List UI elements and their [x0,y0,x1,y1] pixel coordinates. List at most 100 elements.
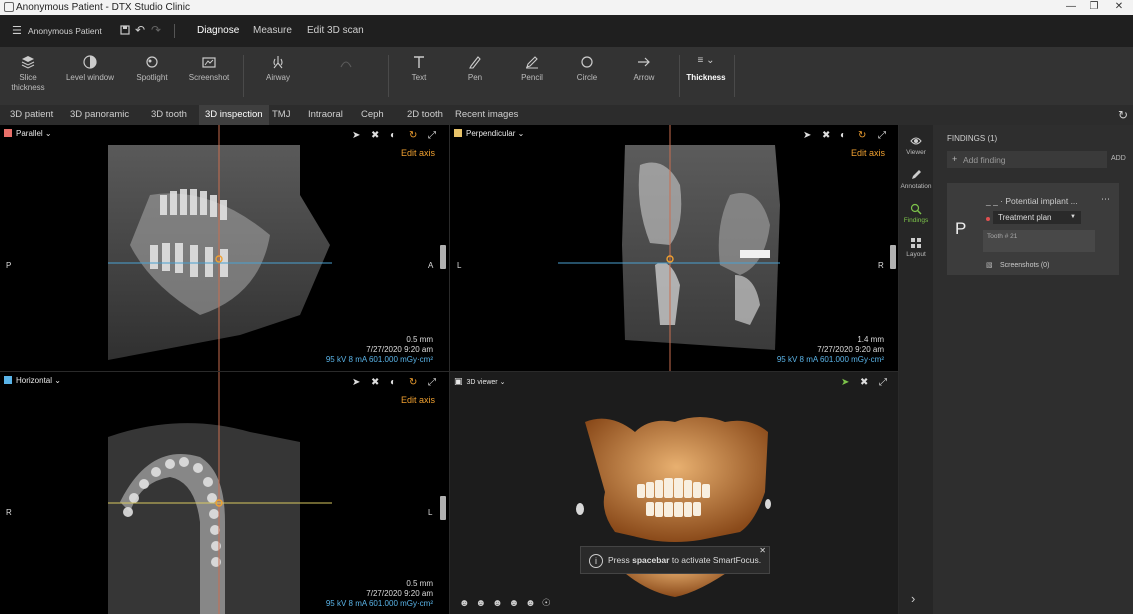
slice-slider[interactable] [440,245,446,269]
viewer-label: Viewer [906,149,926,156]
parallel-view-label: Parallel [16,129,43,138]
hamburger-icon[interactable]: ☰ [12,24,22,37]
thickness-tool[interactable]: ≡ ⌄ Thickness [684,47,728,105]
minimize-icon[interactable]: — [1064,1,1078,12]
treatment-plan-select[interactable]: Treatment plan ▼ [993,211,1081,224]
screenshots-count[interactable]: Screenshots (0) [1000,262,1049,269]
spotlight-icon [146,56,158,68]
cube-icon: ▣ [454,376,463,386]
app-icon [4,2,14,12]
rotate-icon[interactable]: ↻ [858,130,866,141]
expand-icon[interactable]: ⤢ [428,130,436,141]
tab-2d-tooth[interactable]: 2D tooth [401,105,449,125]
skull-front-icon[interactable]: ☻ [459,598,476,609]
skull-top-icon[interactable]: ☻ [525,598,542,609]
tab-ceph[interactable]: Ceph [355,105,390,125]
circle-tool[interactable]: Circle [568,47,606,105]
perpendicular-view-header[interactable]: Perpendicular ⌄ [454,129,524,138]
pointer-icon[interactable]: ➤ [352,130,360,141]
view-presets[interactable]: ☻☻☻☻☻☉ [459,598,557,609]
contrast-icon[interactable]: ◐ [390,377,396,388]
arrow-tool[interactable]: Arrow [625,47,663,105]
crosshair-icon[interactable]: ✖ [822,130,830,141]
rotate-icon[interactable]: ↻ [409,377,417,388]
add-button[interactable]: ADD [1111,155,1126,162]
3d-viewer-view[interactable]: ▣ 3D viewer ⌄ ➤ ✖ ⤢ i Press spacebar to ac… [450,372,898,614]
contrast-icon[interactable]: ◐ [840,130,846,141]
crosshair-icon[interactable]: ✖ [860,377,868,388]
reset-icon[interactable]: ↻ [1112,105,1133,125]
scan-params: 95 kV 8 mA 601.000 mGy·cm² [325,355,433,364]
parallel-view-header[interactable]: Parallel ⌄ [4,129,52,138]
pointer-icon[interactable]: ➤ [841,377,849,388]
skull-right-icon[interactable]: ☻ [509,598,526,609]
tab-3d-patient[interactable]: 3D patient [4,105,59,125]
horizontal-view[interactable]: Horizontal ⌄ ➤ ✖ ◐ ↻ ⤢ Edit axis R L 0.5… [0,372,449,614]
contrast-icon[interactable]: ◐ [390,130,396,141]
tab-3d-tooth[interactable]: 3D tooth [145,105,193,125]
patient-name[interactable]: Anonymous Patient [28,26,102,36]
airway-icon [273,56,283,69]
close-icon[interactable]: ✕ [1112,1,1126,12]
tab-edit-3d-scan[interactable]: Edit 3D scan [307,25,364,36]
edit-axis-link[interactable]: Edit axis [401,148,435,158]
expand-icon[interactable]: ⤢ [878,130,886,141]
scan-info: 1.4 mm 7/27/2020 9:20 am 95 kV 8 mA 601.… [777,335,884,365]
pointer-icon[interactable]: ➤ [803,130,811,141]
edit-axis-link[interactable]: Edit axis [851,148,885,158]
side-nav-layout[interactable]: Layout [899,237,933,258]
lock-icon[interactable]: ☉ [542,598,557,609]
slice-thickness-tool[interactable]: Slice thickness [6,47,50,105]
level-window-tool[interactable]: Level window [62,47,118,105]
side-nav-findings[interactable]: Findings [899,203,933,224]
tab-measure[interactable]: Measure [253,25,292,36]
slice-slider[interactable] [890,245,896,269]
side-nav-viewer[interactable]: Viewer [899,135,933,156]
skull-left-icon[interactable]: ☻ [492,598,509,609]
slice-slider[interactable] [440,496,446,520]
undo-icon[interactable]: ↶ [135,23,145,37]
chevron-right-icon[interactable]: › [911,591,915,606]
parallel-view[interactable]: Parallel ⌄ ➤ ✖ ◐ ↻ ⤢ Edit axis P A 0.5 m… [0,125,449,371]
pencil-icon [912,170,921,179]
3d-viewer-header[interactable]: ▣ 3D viewer ⌄ [454,376,505,387]
expand-icon[interactable]: ⤢ [428,377,436,388]
toolbar-divider [243,55,244,97]
pointer-icon[interactable]: ➤ [352,377,360,388]
finding-card[interactable]: P _ _ · Potential implant ... ⋯ Treatmen… [947,183,1119,275]
toast-key: spacebar [632,555,670,565]
restore-icon[interactable]: ❐ [1087,1,1101,12]
toast-close-icon[interactable]: ✕ [759,538,766,564]
spotlight-tool[interactable]: Spotlight [130,47,174,105]
pencil-tool[interactable]: Pencil [513,47,551,105]
pen-tool[interactable]: Pen [456,47,494,105]
tab-3d-inspection[interactable]: 3D inspection [199,105,269,125]
tab-3d-panoramic[interactable]: 3D panoramic [64,105,135,125]
toast-text-post: to activate SmartFocus. [671,555,762,565]
status-dot [986,217,990,221]
redo-icon[interactable]: ↷ [151,23,161,37]
tab-intraoral[interactable]: Intraoral [302,105,349,125]
airway-tool[interactable]: Airway [256,47,300,105]
crosshair-icon[interactable]: ✖ [371,130,379,141]
text-tool[interactable]: Text [400,47,438,105]
rotate-icon[interactable]: ↻ [409,130,417,141]
perpendicular-view[interactable]: Perpendicular ⌄ ➤ ✖ ◐ ↻ ⤢ Edit axis L R … [450,125,898,371]
slice-thickness-value: 1.4 mm [857,335,884,344]
pen-label: Pen [467,73,483,82]
crosshair-icon[interactable]: ✖ [371,377,379,388]
edit-axis-link[interactable]: Edit axis [401,395,435,405]
horizontal-view-header[interactable]: Horizontal ⌄ [4,376,61,385]
screenshot-tool[interactable]: Screenshot [184,47,234,105]
side-nav-annotation[interactable]: Annotation [899,169,933,190]
skull-back-icon[interactable]: ☻ [476,598,493,609]
tab-tmj[interactable]: TMJ [266,105,296,125]
tab-diagnose[interactable]: Diagnose [197,25,239,36]
more-icon[interactable]: ⋯ [1101,194,1110,205]
add-finding-input[interactable]: + Add finding [947,151,1107,168]
tab-recent-images[interactable]: Recent images [449,105,524,125]
save-icon[interactable] [120,25,130,35]
expand-icon[interactable]: ⤢ [879,377,887,388]
tooth-field[interactable]: Tooth # 21 [983,230,1095,252]
scan-params: 95 kV 8 mA 601.000 mGy·cm² [325,599,433,608]
